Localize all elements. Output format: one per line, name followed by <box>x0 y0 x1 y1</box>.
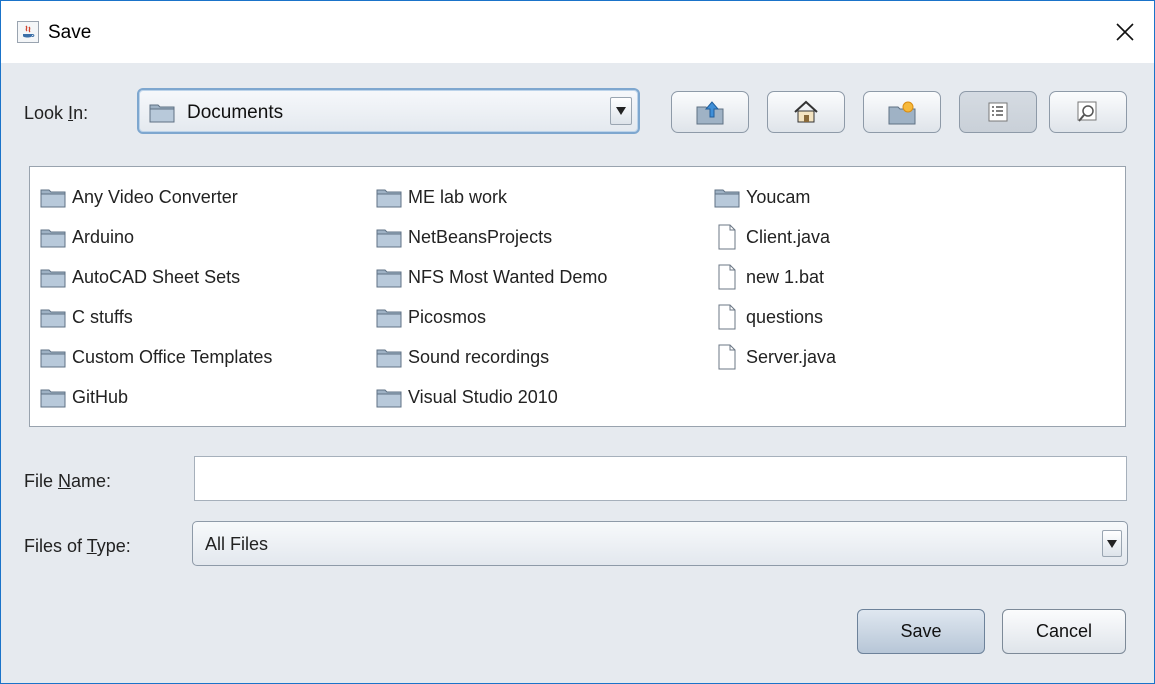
new-folder-icon <box>888 101 916 125</box>
save-button[interactable]: Save <box>857 609 985 654</box>
file-list[interactable]: Any Video Converter Arduino AutoCAD Sheet … <box>29 166 1126 427</box>
close-button[interactable] <box>1096 1 1154 63</box>
folder-item[interactable]: ME lab work <box>376 177 607 217</box>
folder-icon <box>40 264 66 290</box>
file-icon <box>714 304 740 330</box>
folder-item[interactable]: NetBeansProjects <box>376 217 607 257</box>
folder-item[interactable]: Custom Office Templates <box>40 337 272 377</box>
file-item-label: GitHub <box>72 386 129 407</box>
file-item-label: Sound recordings <box>408 346 550 367</box>
folder-icon <box>376 184 402 210</box>
file-item-label: Arduino <box>72 226 135 247</box>
chevron-down-icon <box>1107 539 1117 548</box>
file-item[interactable]: Client.java <box>714 217 836 257</box>
file-item[interactable]: Server.java <box>714 337 836 377</box>
file-item-label: Any Video Converter <box>72 186 238 207</box>
folder-icon <box>714 184 740 210</box>
look-in-value: Documents <box>187 102 284 123</box>
folder-item[interactable]: Arduino <box>40 217 272 257</box>
chevron-down-icon <box>616 107 626 115</box>
folder-item[interactable]: NFS Most Wanted Demo <box>376 257 607 297</box>
list-view-button[interactable] <box>959 91 1037 133</box>
files-of-type-dropdown-button[interactable] <box>1102 530 1122 557</box>
file-name-label: File Name: <box>24 471 112 491</box>
folder-icon <box>376 344 402 370</box>
file-item[interactable]: new 1.bat <box>714 257 836 297</box>
folder-up-icon <box>696 101 724 125</box>
look-in-dropdown-button[interactable] <box>610 97 632 125</box>
home-button[interactable] <box>767 91 845 133</box>
details-view-button[interactable] <box>1049 91 1127 133</box>
folder-icon <box>149 104 175 123</box>
save-dialog: Save Look In: Documents Any Video Conver… <box>0 0 1155 684</box>
new-folder-button[interactable] <box>863 91 941 133</box>
folder-icon <box>40 304 66 330</box>
file-name-input[interactable] <box>194 456 1127 501</box>
folder-icon <box>376 264 402 290</box>
file-column: Youcam Client.java new 1.bat questions Serve… <box>714 177 836 377</box>
folder-icon <box>40 344 66 370</box>
list-view-icon <box>988 102 1008 122</box>
folder-icon <box>376 304 402 330</box>
up-one-level-button[interactable] <box>671 91 749 133</box>
file-item-label: ME lab work <box>408 186 508 207</box>
files-of-type-label: Files of Type: <box>24 536 131 556</box>
folder-icon <box>376 384 402 410</box>
files-of-type-value: All Files <box>205 534 269 554</box>
folder-icon <box>376 224 402 250</box>
file-item-label: Youcam <box>746 186 811 207</box>
file-icon <box>714 264 740 290</box>
close-icon[interactable] <box>1115 22 1135 42</box>
look-in-label: Look In: <box>24 103 89 123</box>
folder-item[interactable]: Picosmos <box>376 297 607 337</box>
folder-item[interactable]: AutoCAD Sheet Sets <box>40 257 272 297</box>
files-of-type-combo[interactable]: All Files <box>192 521 1128 566</box>
title-bar: Save <box>1 1 1154 63</box>
file-item-label: Client.java <box>746 226 831 247</box>
cancel-button[interactable]: Cancel <box>1002 609 1126 654</box>
file-column: ME lab work NetBeansProjects NFS Most Want… <box>376 177 607 417</box>
folder-icon <box>40 384 66 410</box>
folder-item[interactable]: Youcam <box>714 177 836 217</box>
folder-icon <box>40 184 66 210</box>
folder-item[interactable]: C stuffs <box>40 297 272 337</box>
file-item-label: Picosmos <box>408 306 487 327</box>
file-item-label: questions <box>746 306 824 327</box>
file-item-label: Visual Studio 2010 <box>408 386 558 407</box>
file-item-label: NFS Most Wanted Demo <box>408 266 608 287</box>
java-icon <box>17 21 39 43</box>
file-icon <box>714 344 740 370</box>
details-view-icon <box>1077 101 1097 122</box>
look-in-combo[interactable]: Documents <box>137 88 640 134</box>
file-column: Any Video Converter Arduino AutoCAD Sheet … <box>40 177 272 417</box>
folder-item[interactable]: Any Video Converter <box>40 177 272 217</box>
folder-item[interactable]: GitHub <box>40 377 272 417</box>
file-item[interactable]: questions <box>714 297 836 337</box>
home-icon <box>794 100 818 123</box>
file-item-label: Custom Office Templates <box>72 346 273 367</box>
file-item-label: Server.java <box>746 346 837 367</box>
window-title: Save <box>48 22 92 43</box>
folder-item[interactable]: Sound recordings <box>376 337 607 377</box>
file-item-label: new 1.bat <box>746 266 825 287</box>
file-item-label: C stuffs <box>72 306 133 327</box>
file-item-label: NetBeansProjects <box>408 226 553 247</box>
folder-item[interactable]: Visual Studio 2010 <box>376 377 607 417</box>
dialog-content: Look In: Documents Any Video Converter A… <box>1 63 1154 683</box>
folder-icon <box>40 224 66 250</box>
file-icon <box>714 224 740 250</box>
file-item-label: AutoCAD Sheet Sets <box>72 266 241 287</box>
